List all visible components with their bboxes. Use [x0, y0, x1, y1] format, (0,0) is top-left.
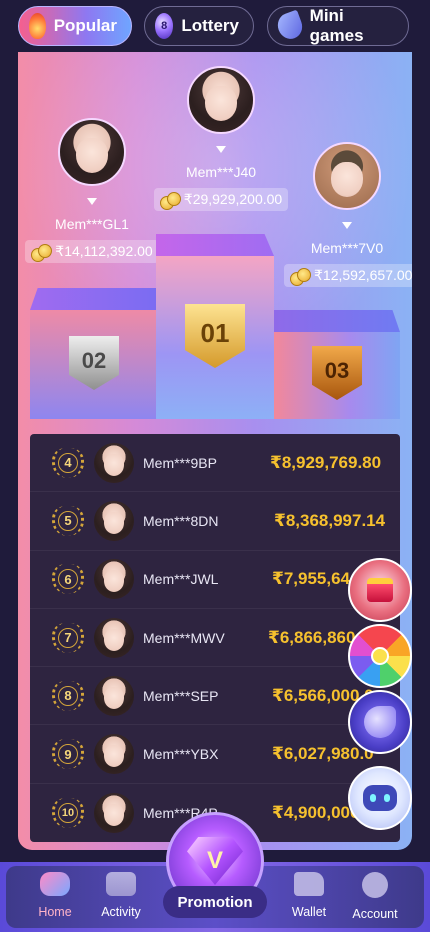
list-item: 9 Mem***YBX ₹6,027,980.0: [30, 725, 400, 784]
rank-number: 7: [58, 627, 78, 648]
caret-down-icon: [342, 222, 352, 229]
member-amount: ₹8,368,997.14: [274, 510, 386, 530]
coins-icon: [159, 191, 181, 210]
member-name: Mem***YBX: [143, 746, 219, 763]
podium-third-user: Mem***7V0 ₹12,592,657.00: [282, 142, 412, 289]
list-item: 5 Mem***8DN ₹8,368,997.14: [30, 492, 400, 551]
diamond-icon: V: [187, 837, 243, 885]
member-amount: ₹6,866,860: [268, 627, 356, 647]
podium-block-third: 03: [274, 310, 400, 419]
avatar: [94, 442, 134, 483]
category-tabs: Popular 8 Lottery Mini games: [0, 0, 430, 52]
member-amount: ₹7,955,64: [272, 569, 351, 589]
dragon-icon: [364, 706, 396, 738]
avatar: [94, 675, 134, 716]
podium-first-amount-pill: ₹29,929,200.00: [153, 188, 289, 211]
podium-first-amount: ₹29,929,200.00: [183, 191, 283, 207]
podium-third-amount-pill: ₹12,592,657.00: [284, 264, 412, 287]
coins-icon: [290, 267, 311, 286]
laurel-wreath-icon: 4: [52, 447, 84, 478]
nav-activity[interactable]: Activity: [86, 872, 156, 919]
robot-icon: [363, 785, 397, 811]
podium-third-amount: ₹12,592,657.00: [314, 267, 412, 283]
member-name: Mem***JWL: [143, 571, 219, 588]
laurel-wreath-icon: 8: [52, 680, 84, 711]
coins-icon: [31, 243, 53, 262]
wallet-icon: [294, 872, 324, 896]
tab-mini-games[interactable]: Mini games: [267, 6, 409, 46]
podium-second-name: Mem***GL1: [55, 216, 129, 232]
tab-popular[interactable]: Popular: [18, 6, 132, 46]
member-name: Mem***9BP: [143, 454, 217, 471]
podium-third-name: Mem***7V0: [310, 240, 384, 256]
laurel-wreath-icon: 9: [52, 739, 84, 770]
member-name: Mem***SEP: [143, 687, 219, 704]
nav-account[interactable]: Account: [340, 872, 410, 921]
podium-block-second: 02: [30, 288, 158, 419]
nav-account-label: Account: [352, 907, 398, 921]
nav-wallet[interactable]: Wallet: [274, 872, 344, 919]
member-name: Mem***8DN: [143, 512, 219, 529]
podium-block-first: 01: [156, 234, 274, 419]
laurel-wreath-icon: 7: [52, 622, 84, 653]
avatar: [94, 559, 134, 600]
avatar: [313, 142, 381, 210]
member-name: Mem***MWV: [143, 629, 225, 646]
nav-activity-label: Activity: [101, 905, 141, 919]
member-amount: ₹8,929,769.80: [270, 452, 382, 472]
rank-number: 4: [58, 452, 78, 473]
rank-number: 9: [58, 744, 78, 765]
podium-first-name: Mem***J40: [185, 164, 257, 180]
rank-number: 8: [58, 685, 78, 706]
customer-service-button[interactable]: [348, 766, 412, 830]
list-item: 7 Mem***MWV ₹6,866,860: [30, 609, 400, 668]
avatar: [94, 500, 134, 541]
rocket-icon: [274, 9, 306, 43]
avatar: [94, 617, 134, 658]
ranking-list: 4 Mem***9BP ₹8,929,769.80 5 Mem***8DN ₹8…: [30, 434, 400, 842]
podium-first-user: Mem***J40 ₹29,929,200.00: [150, 66, 292, 213]
avatar: [58, 118, 126, 186]
dragon-event-button[interactable]: [348, 690, 412, 754]
list-item: 6 Mem***JWL ₹7,955,64: [30, 551, 400, 609]
nav-home[interactable]: Home: [20, 872, 90, 919]
member-amount: ₹6,027,980.0: [272, 744, 374, 764]
laurel-wreath-icon: 10: [52, 797, 84, 828]
promotion-label[interactable]: Promotion: [163, 886, 267, 918]
list-item: 8 Mem***SEP ₹6,566,000.0: [30, 667, 400, 726]
rank-number: 5: [58, 510, 78, 531]
rank-number: 6: [58, 569, 78, 590]
gift-box-icon: [106, 872, 136, 896]
tab-mini-games-label: Mini games: [309, 6, 364, 45]
tab-popular-label: Popular: [53, 16, 117, 35]
podium-second-amount: ₹14,112,392.00: [55, 243, 153, 259]
member-amount: ₹4,900,000: [272, 802, 360, 822]
list-item: 4 Mem***9BP ₹8,929,769.80: [30, 434, 400, 493]
laurel-wreath-icon: 5: [52, 505, 84, 536]
lucky-wheel-button[interactable]: [348, 624, 412, 688]
podium-second-user: Mem***GL1 ₹14,112,392.00: [24, 118, 160, 265]
avatar: [187, 66, 255, 134]
tab-lottery-label: Lottery: [181, 16, 239, 35]
gift-float-button[interactable]: [348, 558, 412, 622]
laurel-wreath-icon: 6: [52, 564, 84, 595]
podium-second-amount-pill: ₹14,112,392.00: [25, 240, 159, 263]
nav-home-label: Home: [38, 905, 72, 919]
caret-down-icon: [216, 146, 226, 153]
avatar: [94, 792, 134, 833]
account-icon: [362, 872, 388, 898]
tab-lottery[interactable]: 8 Lottery: [144, 6, 254, 46]
rank-number: 10: [58, 802, 78, 823]
avatar: [94, 734, 134, 775]
gift-icon: [367, 578, 393, 602]
caret-down-icon: [87, 198, 97, 205]
gamepad-icon: [40, 872, 70, 896]
fire-icon: [29, 13, 46, 39]
lottery-ball-icon: 8: [155, 13, 174, 39]
nav-wallet-label: Wallet: [291, 905, 327, 919]
